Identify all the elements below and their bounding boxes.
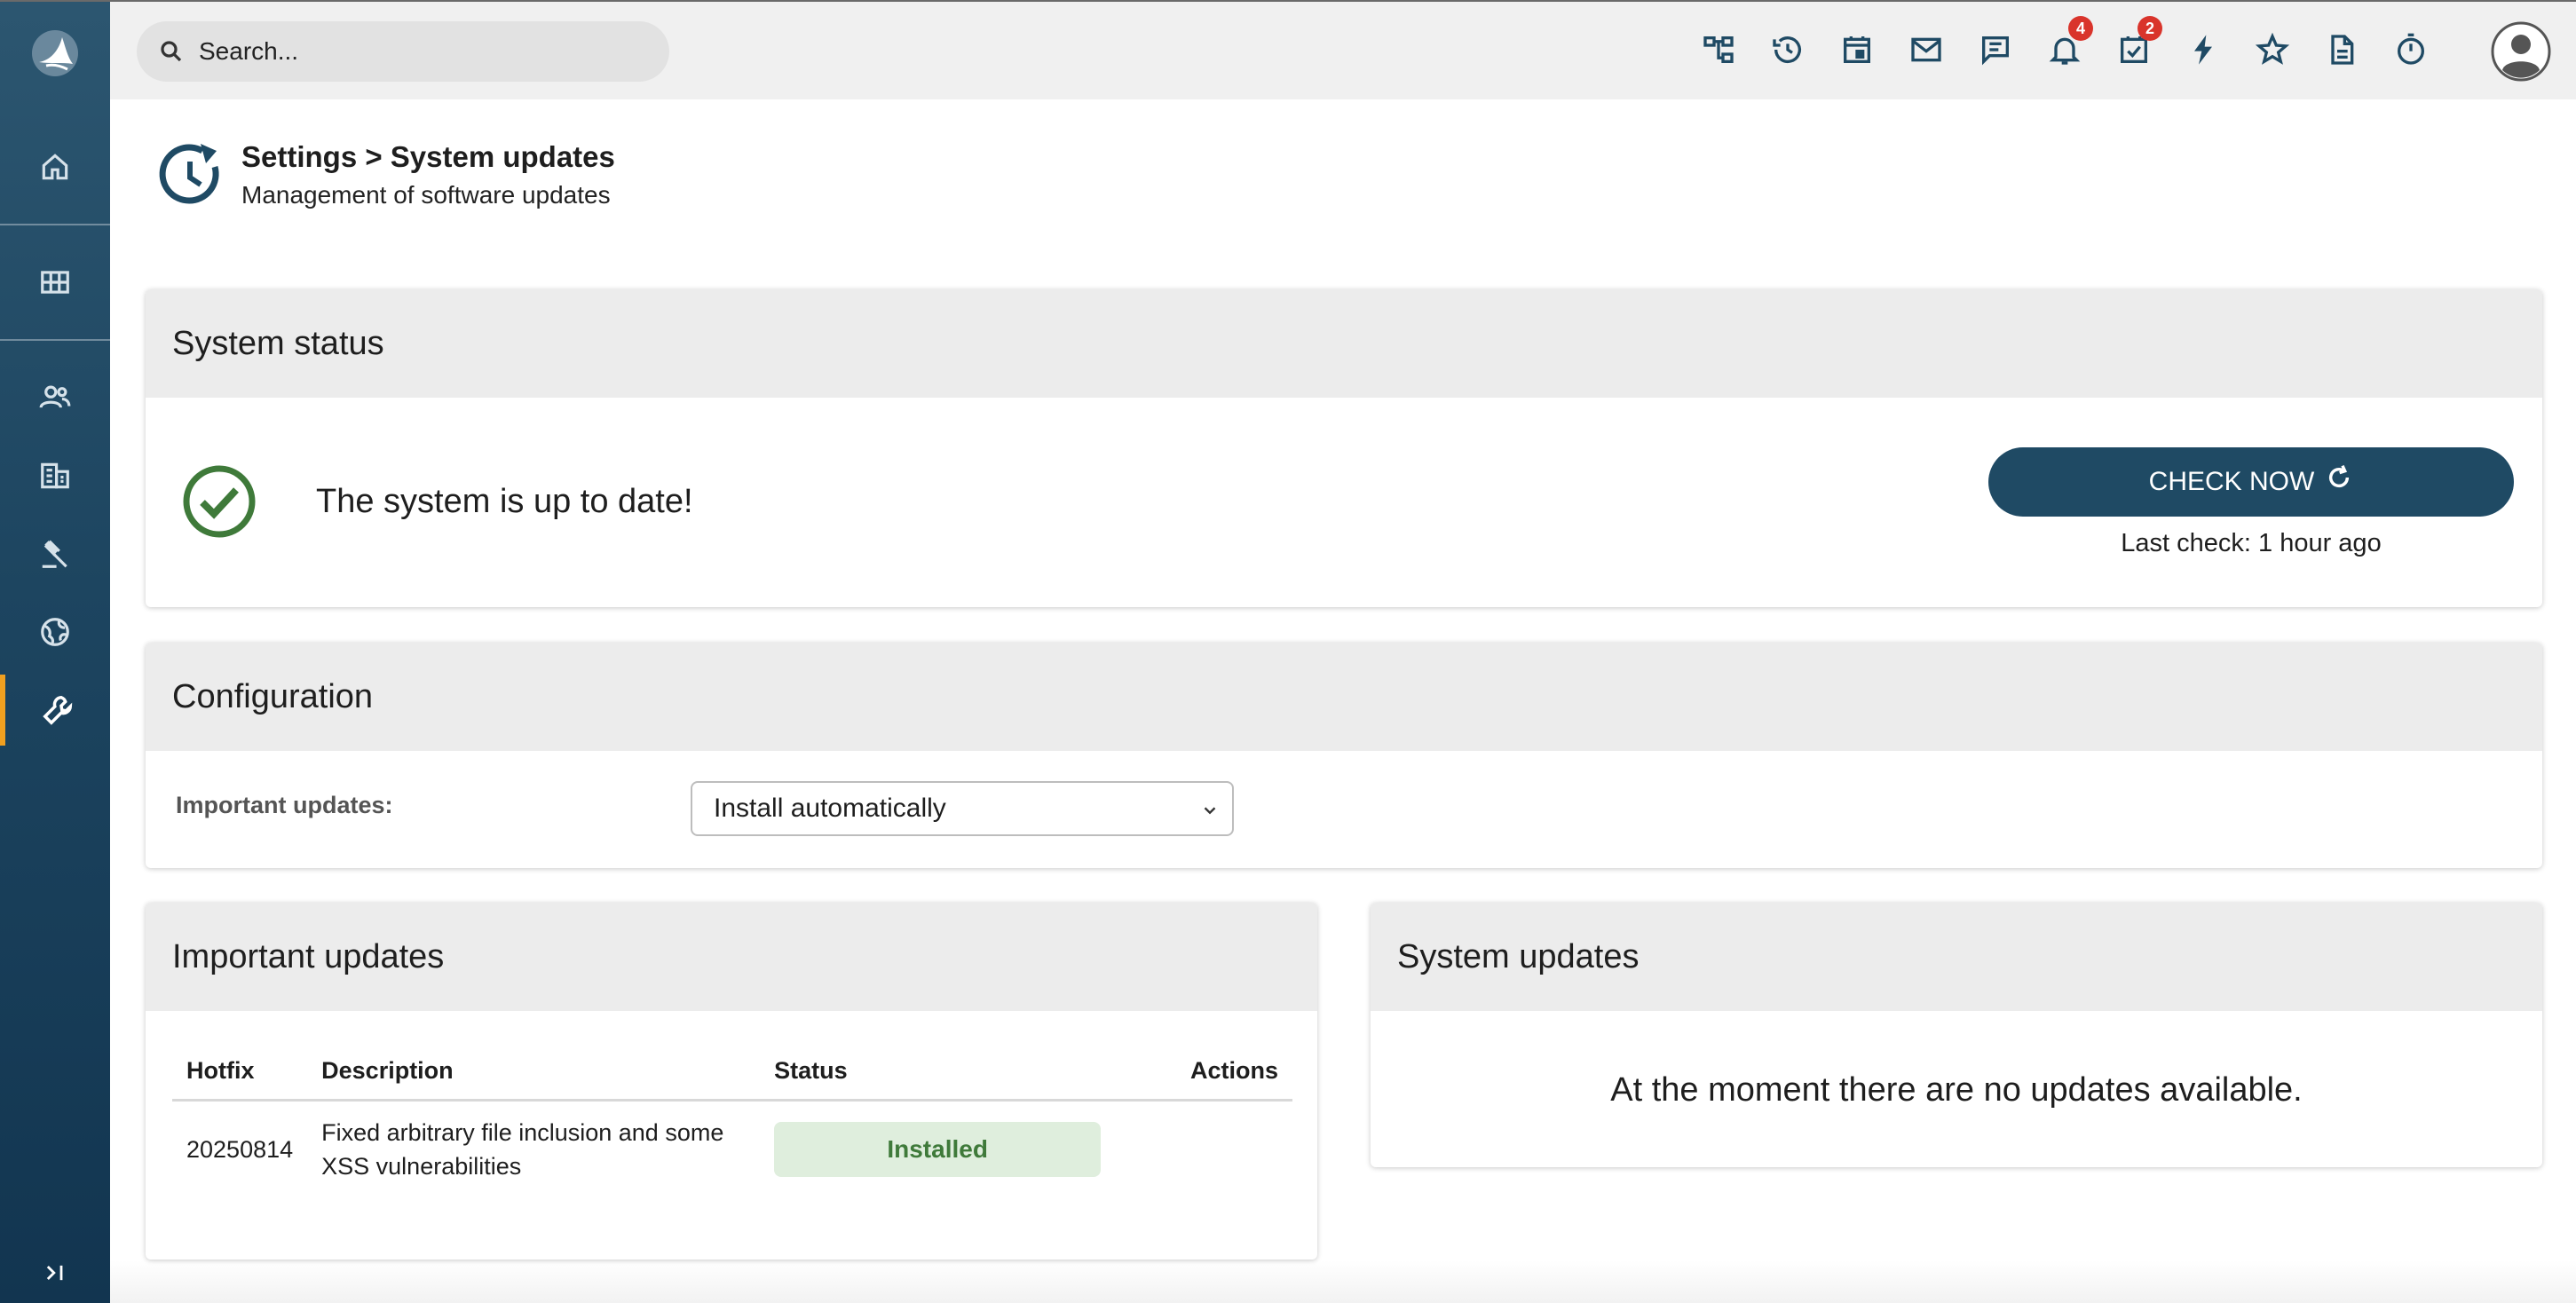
sitemap-button[interactable] (1699, 30, 1738, 69)
mail-icon (1911, 37, 1941, 62)
description-cell: Fixed arbitrary file inclusion and some … (321, 1118, 724, 1180)
sidebar-divider (0, 224, 110, 225)
check-now-button[interactable]: CHECK NOW (1988, 447, 2514, 517)
column-description: Description (307, 1050, 761, 1102)
document-icon (2331, 35, 2354, 65)
sidebar-item-web[interactable] (0, 596, 110, 667)
sidebar-item-home[interactable] (0, 131, 110, 202)
system-status-card: System status The system is up to date! … (146, 289, 2542, 607)
timer-icon (2398, 33, 2424, 65)
important-updates-select[interactable]: Install automatically (691, 781, 1234, 836)
page-bottom-fade (110, 1260, 2576, 1303)
column-actions: Actions (1115, 1050, 1292, 1102)
home-icon (42, 154, 68, 180)
important-updates-table: Hotfix Description Status Actions 202508… (172, 1050, 1292, 1197)
refresh-icon (2329, 464, 2350, 488)
documents-button[interactable] (2322, 30, 2361, 69)
notifications-badge: 4 (2068, 16, 2093, 41)
system-status-heading: System status (146, 289, 2542, 398)
status-badge: Installed (774, 1121, 1102, 1177)
collapse-icon (46, 1265, 63, 1281)
notifications-button[interactable]: 4 (2045, 16, 2093, 69)
search-icon (161, 41, 182, 62)
history-icon (1773, 36, 1801, 64)
calendar-icon (1844, 36, 1870, 63)
favorites-button[interactable] (2253, 30, 2292, 69)
check-circle-icon (183, 465, 256, 538)
history-button[interactable] (1768, 30, 1807, 69)
globe-icon (41, 618, 69, 646)
configuration-card: Configuration Important updates: Install… (146, 643, 2542, 868)
configuration-heading: Configuration (146, 643, 2542, 751)
timer-button[interactable] (2391, 30, 2430, 69)
system-updates-heading: System updates (1371, 903, 2542, 1011)
column-status: Status (760, 1050, 1116, 1102)
important-updates-label: Important updates: (176, 792, 393, 818)
sidebar-item-legal[interactable] (0, 518, 110, 589)
users-icon (39, 385, 71, 408)
tasks-button[interactable]: 2 (2114, 16, 2162, 69)
system-updates-card: System updates At the moment there are n… (1371, 903, 2542, 1167)
last-check-text: Last check: 1 hour ago (2121, 529, 2382, 557)
sidebar-item-settings[interactable] (0, 675, 110, 746)
page-subtitle: Management of software updates (241, 181, 611, 209)
building-icon (41, 462, 69, 489)
page-title: Settings > System updates (241, 140, 615, 173)
gavel-icon (42, 540, 67, 568)
chevron-down-icon (1204, 807, 1216, 815)
check-now-label: CHECK NOW (2148, 467, 2315, 496)
table-header-row: Hotfix Description Status Actions (172, 1050, 1292, 1102)
grid-icon (41, 271, 69, 294)
important-updates-heading: Important updates (146, 903, 1317, 1011)
sidebar-item-users[interactable] (0, 362, 110, 433)
quick-actions-button[interactable] (2184, 30, 2223, 69)
important-updates-value: Install automatically (714, 794, 946, 823)
actions-cell (1115, 1100, 1292, 1197)
sidebar-item-grid[interactable] (0, 247, 110, 318)
sidebar-collapse-button[interactable] (0, 1237, 110, 1303)
mail-button[interactable] (1907, 30, 1946, 69)
chat-icon (1982, 36, 2009, 66)
sitemap-icon (1703, 36, 1734, 63)
calendar-button[interactable] (1837, 30, 1877, 69)
column-hotfix: Hotfix (172, 1050, 308, 1102)
search-input[interactable] (199, 37, 643, 66)
update-history-icon (159, 144, 219, 204)
wrench-icon (43, 695, 73, 725)
user-avatar-icon[interactable] (2491, 21, 2551, 82)
sidebar-divider (0, 339, 110, 341)
table-row: 20250814 Fixed arbitrary file inclusion … (172, 1100, 1292, 1197)
chat-button[interactable] (1976, 30, 2015, 69)
search-box[interactable] (137, 21, 669, 82)
app-logo-icon[interactable] (27, 25, 83, 82)
tasks-badge: 2 (2137, 16, 2162, 41)
top-bar: 4 2 (110, 0, 2576, 99)
no-updates-message: At the moment there are no updates avail… (1610, 1071, 2303, 1109)
status-message: The system is up to date! (316, 483, 693, 520)
status-cell: Installed (760, 1100, 1115, 1197)
sidebar (0, 0, 110, 1303)
hotfix-cell: 20250814 (186, 1135, 294, 1163)
bolt-icon (2194, 35, 2212, 65)
star-icon (2255, 32, 2290, 65)
sidebar-item-companies[interactable] (0, 440, 110, 511)
important-updates-card: Important updates Hotfix Description Sta… (146, 903, 1317, 1260)
